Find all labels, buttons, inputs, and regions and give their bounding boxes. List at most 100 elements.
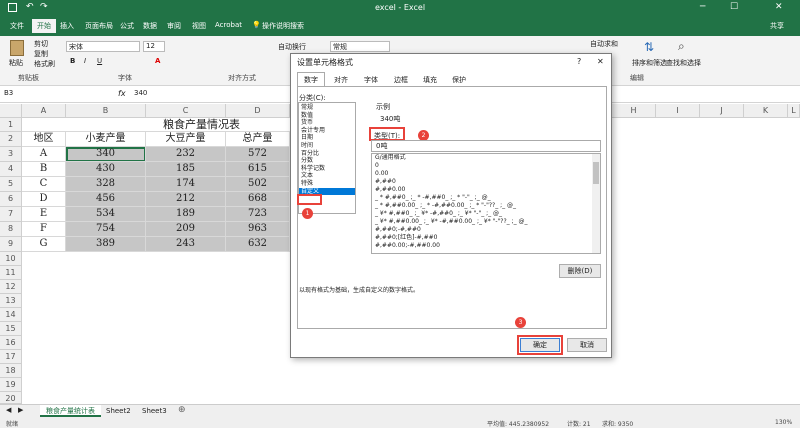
tab-alignment[interactable]: 对齐 [329,72,353,86]
row-header[interactable]: 3 [0,147,22,162]
tab-protection[interactable]: 保护 [447,72,471,86]
underline-button[interactable]: U [97,57,102,65]
menu-layout[interactable]: 页面布局 [85,21,113,31]
menu-formulas[interactable]: 公式 [120,21,134,31]
close-icon[interactable]: ✕ [775,2,783,12]
delete-format-button[interactable]: 删除(D) [559,264,601,278]
table-cell[interactable]: 232 [146,147,226,162]
table-cell[interactable]: 209 [146,222,226,237]
col-header-c[interactable]: C [146,104,226,118]
copy-button[interactable]: 复制 [34,49,48,59]
help-icon[interactable]: ? [577,57,581,66]
menu-file[interactable]: 文件 [10,21,24,31]
header-wheat[interactable]: 小麦产量 [66,132,146,147]
tab-border[interactable]: 边框 [389,72,413,86]
category-item[interactable]: 文本 [299,172,355,180]
sort-filter-icon[interactable]: ⇅ [644,40,654,54]
tab-fill[interactable]: 填充 [418,72,442,86]
sheet-tab[interactable]: Sheet2 [106,405,131,417]
format-code-item[interactable]: 0 [372,162,600,170]
row-header[interactable]: 14 [0,308,22,322]
col-header-k[interactable]: K [744,104,788,118]
sheet-prev-icon[interactable]: ◀ [6,406,11,414]
format-code-item[interactable]: _ * #,##0.00_ ;_ * -#,##0.00_ ;_ * "-"??… [372,202,600,210]
col-header-a[interactable]: A [22,104,66,118]
table-cell[interactable]: 668 [226,192,290,207]
maximize-icon[interactable]: ☐ [730,2,738,12]
format-code-item[interactable]: #,##0.00 [372,186,600,194]
category-item[interactable]: 货币 [299,119,355,127]
table-cell[interactable]: 389 [66,237,146,252]
row-header[interactable]: 2 [0,132,22,147]
table-cell[interactable]: 456 [66,192,146,207]
table-cell[interactable]: 212 [146,192,226,207]
row-header[interactable]: 19 [0,378,22,392]
format-code-item[interactable]: #,##0;[红色]-#,##0 [372,234,600,242]
format-painter-button[interactable]: 格式刷 [34,59,55,69]
col-header-d[interactable]: D [226,104,290,118]
row-header[interactable]: 8 [0,222,22,237]
table-cell[interactable]: 534 [66,207,146,222]
table-cell[interactable]: 189 [146,207,226,222]
tab-font[interactable]: 字体 [359,72,383,86]
find-select-button[interactable]: 查找和选择 [666,58,701,68]
header-total[interactable]: 总产量 [226,132,290,147]
number-format-select[interactable]: 常规 [330,41,390,52]
cut-button[interactable]: 剪切 [34,39,48,49]
format-code-item[interactable]: #,##0;-#,##0 [372,226,600,234]
category-item[interactable]: 分数 [299,157,355,165]
menu-data[interactable]: 数据 [143,21,157,31]
format-code-item[interactable]: G/通用格式 [372,154,600,162]
sheet-tab[interactable]: Sheet3 [142,405,167,417]
tell-me-search[interactable]: 操作说明搜索 [262,21,304,31]
row-header[interactable]: 4 [0,162,22,177]
name-box[interactable]: B3 [4,89,64,100]
table-cell[interactable]: 243 [146,237,226,252]
format-code-item[interactable]: _ ¥* #,##0_ ;_ ¥* -#,##0_ ;_ ¥* "-"_ ;_ … [372,210,600,218]
type-input[interactable]: 0吨 [371,140,601,152]
category-item[interactable]: 常规 [299,104,355,112]
sheet-next-icon[interactable]: ▶ [18,406,23,414]
table-cell[interactable]: D [22,192,66,207]
dialog-close-icon[interactable]: ✕ [597,57,604,66]
table-cell[interactable]: A [22,147,66,162]
table-cell[interactable]: 430 [66,162,146,177]
category-item[interactable]: 特殊 [299,180,355,188]
sort-filter-button[interactable]: 排序和筛选 [632,58,667,68]
col-header-h[interactable]: H [612,104,656,118]
format-code-list[interactable]: G/通用格式 0 0.00 #,##0 #,##0.00 _ * #,##0_ ;_ * … [371,153,601,254]
cancel-button[interactable]: 取消 [567,338,607,352]
row-header[interactable]: 9 [0,237,22,252]
row-header[interactable]: 13 [0,294,22,308]
add-sheet-icon[interactable]: ⊕ [178,405,186,415]
row-header[interactable]: 18 [0,364,22,378]
row-header[interactable]: 1 [0,118,22,132]
share-button[interactable]: 共享 [770,21,784,31]
font-size-select[interactable]: 12 [143,41,165,52]
row-header[interactable]: 7 [0,207,22,222]
row-header[interactable]: 16 [0,336,22,350]
table-cell[interactable]: 328 [66,177,146,192]
menu-insert[interactable]: 插入 [60,21,74,31]
wrap-text-button[interactable]: 自动换行 [278,42,306,52]
font-name-select[interactable]: 宋体 [66,41,140,52]
format-list-scroll-thumb[interactable] [593,162,599,184]
row-header[interactable]: 10 [0,252,22,266]
zoom-level[interactable]: 130% [775,419,792,426]
search-icon[interactable]: ⌕ [678,39,685,54]
format-code-item[interactable]: #,##0.00;-#,##0.00 [372,242,600,250]
category-item[interactable]: 日期 [299,134,355,142]
tab-number[interactable]: 数字 [297,72,325,86]
font-color-icon[interactable]: A [155,57,160,65]
table-cell[interactable]: 754 [66,222,146,237]
row-header[interactable]: 6 [0,192,22,207]
row-header[interactable]: 11 [0,266,22,280]
minimize-icon[interactable]: ─ [700,2,705,12]
header-region[interactable]: 地区 [22,132,66,147]
col-header-b[interactable]: B [66,104,146,118]
col-header-i[interactable]: I [656,104,700,118]
select-all-corner[interactable] [0,104,22,118]
autosum-button[interactable]: 自动求和 [590,39,618,49]
format-code-item[interactable]: _ ¥* #,##0.00_ ;_ ¥* -#,##0.00_ ;_ ¥* "-… [372,218,600,226]
italic-button[interactable]: I [84,57,86,65]
